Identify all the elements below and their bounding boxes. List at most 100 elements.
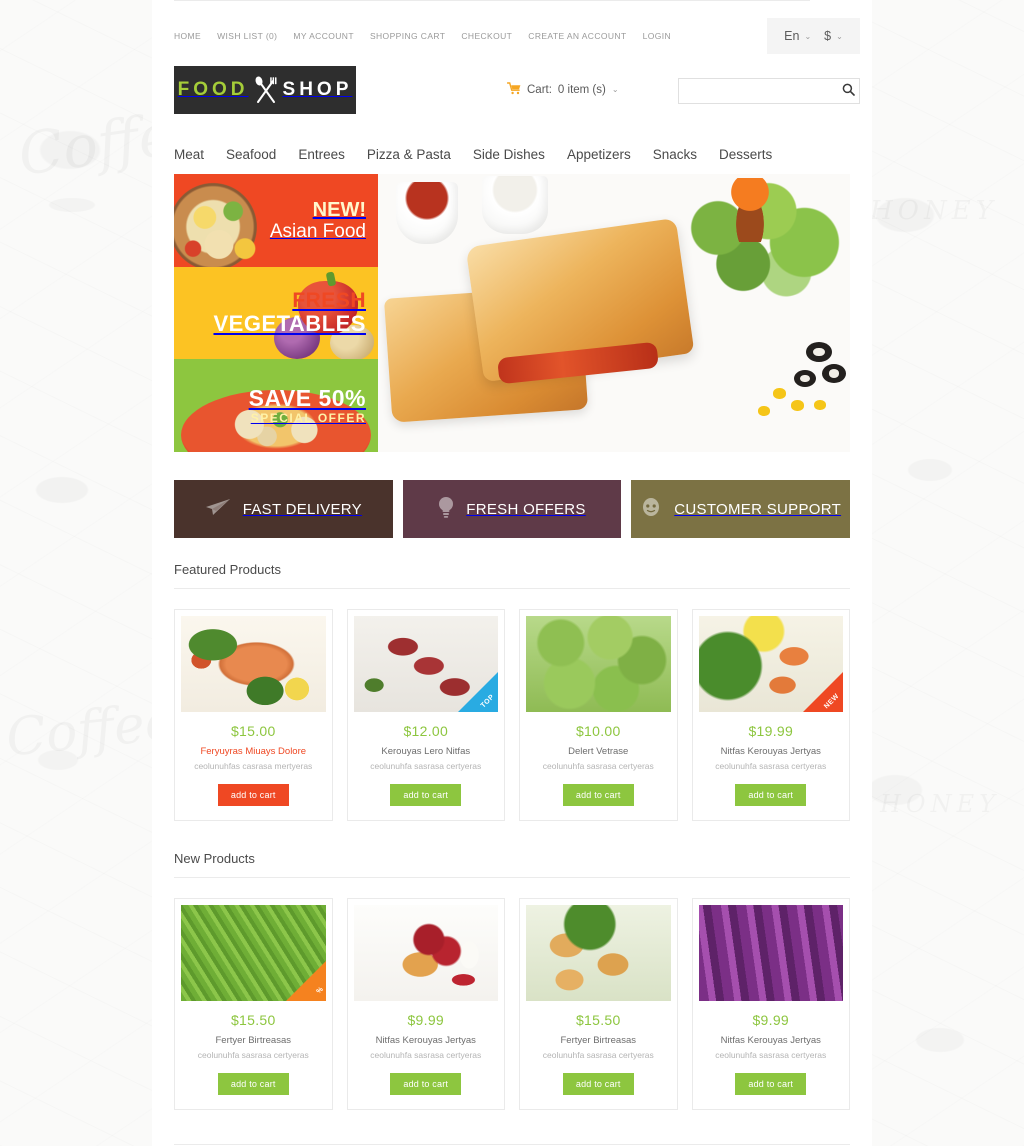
product-name[interactable]: Fertyer Birtreasas bbox=[216, 1035, 292, 1046]
product-description: ceolunuhfas casrasa mertyeras bbox=[194, 761, 313, 771]
hero-slider[interactable] bbox=[378, 174, 850, 452]
search-button[interactable] bbox=[837, 79, 859, 103]
feature-fresh-offers[interactable]: FRESH OFFERS bbox=[402, 480, 622, 538]
logo-word-shop: SHOP bbox=[282, 79, 353, 100]
cart-summary[interactable]: Cart: 0 item (s) ⌄ bbox=[506, 82, 619, 97]
product-description: ceolunuhfa sasrasa certyeras bbox=[370, 1050, 482, 1060]
feature-label: FRESH OFFERS bbox=[466, 500, 586, 518]
footer-divider bbox=[174, 1144, 850, 1145]
nav-item-side-dishes[interactable]: Side Dishes bbox=[473, 147, 545, 162]
product-name[interactable]: Delert Vetrase bbox=[568, 746, 628, 757]
page-container: HOME WISH LIST (0) MY ACCOUNT SHOPPING C… bbox=[152, 0, 872, 1146]
top-links: HOME WISH LIST (0) MY ACCOUNT SHOPPING C… bbox=[174, 31, 671, 41]
promo-text: NEW! Asian Food bbox=[270, 199, 366, 243]
add-to-cart-button[interactable]: add to cart bbox=[217, 784, 289, 806]
promo-banner-fresh-vegetables[interactable]: FRESH VEGETABLES bbox=[174, 266, 378, 360]
nav-item-meat[interactable]: Meat bbox=[174, 147, 204, 162]
product-price: $19.99 bbox=[748, 723, 794, 739]
promo-text: FRESH VEGETABLES bbox=[213, 289, 366, 337]
product-name[interactable]: Kerouyas Lero Nitfas bbox=[381, 746, 470, 757]
top-link-my-account[interactable]: MY ACCOUNT bbox=[293, 31, 354, 41]
product-description: ceolunuhfa sasrasa certyeras bbox=[542, 761, 654, 771]
top-link-create-account[interactable]: CREATE AN ACCOUNT bbox=[528, 31, 626, 41]
add-to-cart-button[interactable]: add to cart bbox=[562, 784, 634, 806]
wallpaper-word: HONEY bbox=[880, 790, 1000, 818]
product-price: $10.00 bbox=[575, 723, 621, 739]
top-link-home[interactable]: HOME bbox=[174, 31, 201, 41]
product-card[interactable]: $10.00 Delert Vetrase ceolunuhfa sasrasa… bbox=[519, 609, 678, 821]
product-ribbon-top bbox=[458, 672, 498, 712]
product-price: $15.50 bbox=[230, 1012, 276, 1028]
section-divider bbox=[174, 877, 850, 878]
nav-item-desserts[interactable]: Desserts bbox=[719, 147, 772, 162]
promo-banner-asian-food[interactable]: NEW! Asian Food bbox=[174, 174, 378, 267]
lightbulb-icon bbox=[438, 496, 454, 523]
top-link-checkout[interactable]: CHECKOUT bbox=[461, 31, 512, 41]
product-image-shrimp-with-lemon-basil: NEW bbox=[698, 616, 843, 712]
product-grid: % $15.50 Fertyer Birtreasas ceolunuhfa s… bbox=[174, 898, 850, 1110]
product-price: $15.00 bbox=[230, 723, 276, 739]
product-card[interactable]: TOP $12.00 Kerouyas Lero Nitfas ceolunuh… bbox=[346, 609, 505, 821]
product-name[interactable]: Feryuyras Miuays Dolore bbox=[200, 746, 306, 757]
product-card[interactable]: $15.50 Fertyer Birtreasas ceolunuhfa sas… bbox=[519, 898, 678, 1110]
currency-selector[interactable]: $ ⌄ bbox=[824, 29, 843, 43]
nav-item-pizza-pasta[interactable]: Pizza & Pasta bbox=[367, 147, 451, 162]
currency-value: $ bbox=[824, 29, 832, 43]
add-to-cart-button[interactable]: add to cart bbox=[390, 784, 462, 806]
section-title: New Products bbox=[174, 851, 255, 866]
product-description: ceolunuhfa sasrasa certyeras bbox=[715, 1050, 827, 1060]
product-card[interactable]: NEW $19.99 Nitfas Kerouyas Jertyas ceolu… bbox=[691, 609, 850, 821]
product-image-wrap: NEW bbox=[693, 610, 850, 712]
product-image-wrap bbox=[520, 610, 677, 712]
paper-plane-icon bbox=[205, 498, 231, 521]
search-icon bbox=[842, 83, 855, 99]
support-agent-icon bbox=[640, 496, 662, 523]
logo-word-food: FOOD bbox=[177, 79, 249, 100]
add-to-cart-button[interactable]: add to cart bbox=[562, 1073, 634, 1095]
product-image-broccoli-florets bbox=[526, 616, 671, 712]
top-link-wish-list[interactable]: WISH LIST (0) bbox=[217, 31, 277, 41]
product-name[interactable]: Nitfas Kerouyas Jertyas bbox=[721, 1035, 821, 1046]
product-image-wrap bbox=[175, 610, 332, 712]
wallpaper-word: HONEY bbox=[870, 196, 998, 226]
add-to-cart-button[interactable]: add to cart bbox=[735, 784, 807, 806]
add-to-cart-button[interactable]: add to cart bbox=[217, 1073, 289, 1095]
promo-line-2: SPECIAL OFFER bbox=[250, 410, 366, 425]
product-card[interactable]: $15.00 Feryuyras Miuays Dolore ceolunuhf… bbox=[174, 609, 333, 821]
hero-slide-image bbox=[378, 174, 850, 452]
add-to-cart-button[interactable]: add to cart bbox=[390, 1073, 462, 1095]
nav-item-appetizers[interactable]: Appetizers bbox=[567, 147, 631, 162]
product-image-cherry-waffle-dessert bbox=[353, 905, 498, 1001]
product-card[interactable]: $9.99 Nitfas Kerouyas Jertyas ceolunuhfa… bbox=[691, 898, 850, 1110]
product-name[interactable]: Fertyer Birtreasas bbox=[561, 1035, 637, 1046]
product-image-wrap bbox=[348, 899, 505, 1001]
promo-banner-save-50[interactable]: SAVE 50% SPECIAL OFFER bbox=[174, 359, 378, 453]
product-description: ceolunuhfa sasrasa certyeras bbox=[197, 1050, 309, 1060]
product-name[interactable]: Nitfas Kerouyas Jertyas bbox=[376, 1035, 476, 1046]
nav-item-snacks[interactable]: Snacks bbox=[653, 147, 697, 162]
feature-customer-support[interactable]: CUSTOMER SUPPORT bbox=[631, 480, 851, 538]
locale-selectors: En ⌄ $ ⌄ bbox=[767, 18, 860, 54]
product-price: $12.00 bbox=[403, 723, 449, 739]
top-utility-bar: HOME WISH LIST (0) MY ACCOUNT SHOPPING C… bbox=[152, 0, 872, 62]
add-to-cart-button[interactable]: add to cart bbox=[735, 1073, 807, 1095]
top-link-login[interactable]: LOGIN bbox=[643, 31, 671, 41]
chevron-down-icon: ⌄ bbox=[836, 31, 843, 41]
product-image-seared-scallops bbox=[526, 905, 671, 1001]
product-price: $9.99 bbox=[752, 1012, 790, 1028]
top-link-shopping-cart[interactable]: SHOPPING CART bbox=[370, 31, 445, 41]
language-value: En bbox=[784, 29, 800, 43]
feature-bars: FAST DELIVERY FRESH OFFERS CUSTOMER SUPP… bbox=[174, 480, 851, 538]
feature-label: FAST DELIVERY bbox=[242, 500, 362, 518]
language-selector[interactable]: En ⌄ bbox=[784, 29, 811, 43]
product-card[interactable]: % $15.50 Fertyer Birtreasas ceolunuhfa s… bbox=[174, 898, 333, 1110]
chevron-down-icon: ⌄ bbox=[804, 31, 812, 41]
product-name[interactable]: Nitfas Kerouyas Jertyas bbox=[721, 746, 821, 757]
search-input[interactable] bbox=[679, 79, 837, 103]
nav-item-seafood[interactable]: Seafood bbox=[226, 147, 276, 162]
site-logo[interactable]: FOOD SHOP bbox=[174, 66, 356, 114]
nav-item-entrees[interactable]: Entrees bbox=[298, 147, 345, 162]
product-card[interactable]: $9.99 Nitfas Kerouyas Jertyas ceolunuhfa… bbox=[346, 898, 505, 1110]
feature-fast-delivery[interactable]: FAST DELIVERY bbox=[174, 480, 393, 538]
product-description: ceolunuhfa sasrasa certyeras bbox=[542, 1050, 654, 1060]
